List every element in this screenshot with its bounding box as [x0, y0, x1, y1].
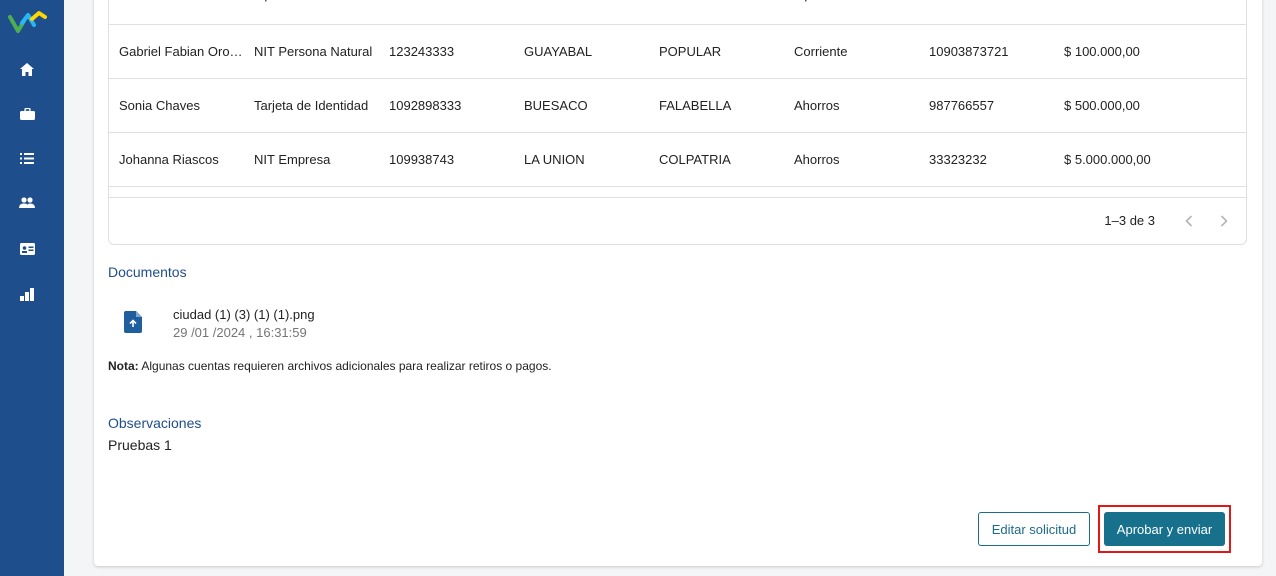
column-header-ciudad[interactable]: Ciudad	[524, 0, 654, 24]
beneficiaries-table: Nombre Tipo Documento N° Documento Ciuda…	[108, 0, 1247, 245]
observations-text: Pruebas 1	[108, 437, 172, 453]
table-row[interactable]: Gabriel Fabian Oro… NIT Persona Natural …	[109, 25, 1246, 79]
note-label: Nota:	[108, 359, 139, 373]
cell-tipo-documento: NIT Empresa	[254, 152, 331, 167]
cell-numero-cuenta: 33323232	[929, 152, 987, 167]
cell-numero-documento: 1092898333	[389, 98, 462, 113]
cell-monto: $ 100.000,00	[1064, 44, 1140, 59]
cell-ciudad: BUESACO	[524, 98, 588, 113]
column-header-tipo[interactable]: Tipo	[794, 0, 924, 24]
cell-ciudad: LA UNION	[524, 152, 585, 167]
cell-nombre: Sonia Chaves	[119, 98, 200, 113]
previous-page-button[interactable]	[1179, 211, 1199, 231]
list-icon[interactable]	[18, 150, 36, 166]
cell-banco: POPULAR	[659, 44, 722, 59]
cell-ciudad: GUAYABAL	[524, 44, 593, 59]
column-header-tipo-documento[interactable]: Tipo Documento	[254, 0, 384, 24]
column-header-numero-documento[interactable]: N° Documento	[389, 0, 519, 24]
cell-tipo: Ahorros	[794, 98, 840, 113]
document-file-name[interactable]: ciudad (1) (3) (1) (1).png	[173, 307, 315, 322]
column-header-nombre[interactable]: Nombre	[119, 0, 249, 24]
chart-icon[interactable]	[18, 286, 36, 302]
table-pagination: 1–3 de 3	[109, 197, 1246, 244]
pagination-range: 1–3 de 3	[1104, 213, 1155, 228]
file-upload-icon[interactable]	[124, 311, 142, 333]
table-row[interactable]: Johanna Riascos NIT Empresa 109938743 LA…	[109, 133, 1246, 187]
logo[interactable]	[8, 9, 48, 35]
sidebar	[0, 0, 64, 576]
cell-banco: COLPATRIA	[659, 152, 731, 167]
edit-request-button[interactable]: Editar solicitud	[978, 512, 1090, 546]
document-file-date: 29 /01 /2024 , 16:31:59	[173, 325, 307, 340]
id-card-icon[interactable]	[18, 241, 36, 257]
request-detail-card: Nombre Tipo Documento N° Documento Ciuda…	[94, 0, 1262, 566]
cell-numero-documento: 123243333	[389, 44, 455, 59]
cell-tipo-documento: Tarjeta de Identidad	[254, 98, 369, 113]
cell-tipo-documento: NIT Persona Natural	[254, 44, 373, 59]
users-icon[interactable]	[18, 195, 36, 211]
cell-numero-cuenta: 10903873721	[929, 44, 1009, 59]
note-text: Nota: Algunas cuentas requieren archivos…	[108, 359, 552, 373]
documents-title: Documentos	[108, 264, 187, 280]
cell-nombre: Gabriel Fabian Oro…	[119, 44, 243, 59]
cell-monto: $ 5.000.000,00	[1064, 152, 1151, 167]
column-header-monto[interactable]: Monto	[1064, 0, 1194, 24]
cell-tipo: Corriente	[794, 44, 848, 59]
cell-nombre: Johanna Riascos	[119, 152, 219, 167]
cell-numero-cuenta: 987766557	[929, 98, 995, 113]
cell-banco: FALABELLA	[659, 98, 732, 113]
cell-numero-documento: 109938743	[389, 152, 455, 167]
chevron-right-icon	[1220, 215, 1228, 227]
approve-and-send-button[interactable]: Aprobar y enviar	[1104, 512, 1225, 546]
cell-monto: $ 500.000,00	[1064, 98, 1140, 113]
table-row[interactable]: Sonia Chaves Tarjeta de Identidad 109289…	[109, 79, 1246, 133]
observations-title: Observaciones	[108, 415, 202, 431]
cell-tipo: Ahorros	[794, 152, 840, 167]
table-header: Nombre Tipo Documento N° Documento Ciuda…	[109, 0, 1246, 25]
chevron-left-icon	[1185, 215, 1193, 227]
home-icon[interactable]	[18, 61, 36, 77]
column-header-banco[interactable]: Banco	[659, 0, 789, 24]
briefcase-icon[interactable]	[18, 106, 36, 122]
next-page-button[interactable]	[1214, 211, 1234, 231]
column-header-numero-cuenta[interactable]: N° Cuenta	[929, 0, 1059, 24]
note-body: Algunas cuentas requieren archivos adici…	[138, 359, 552, 373]
